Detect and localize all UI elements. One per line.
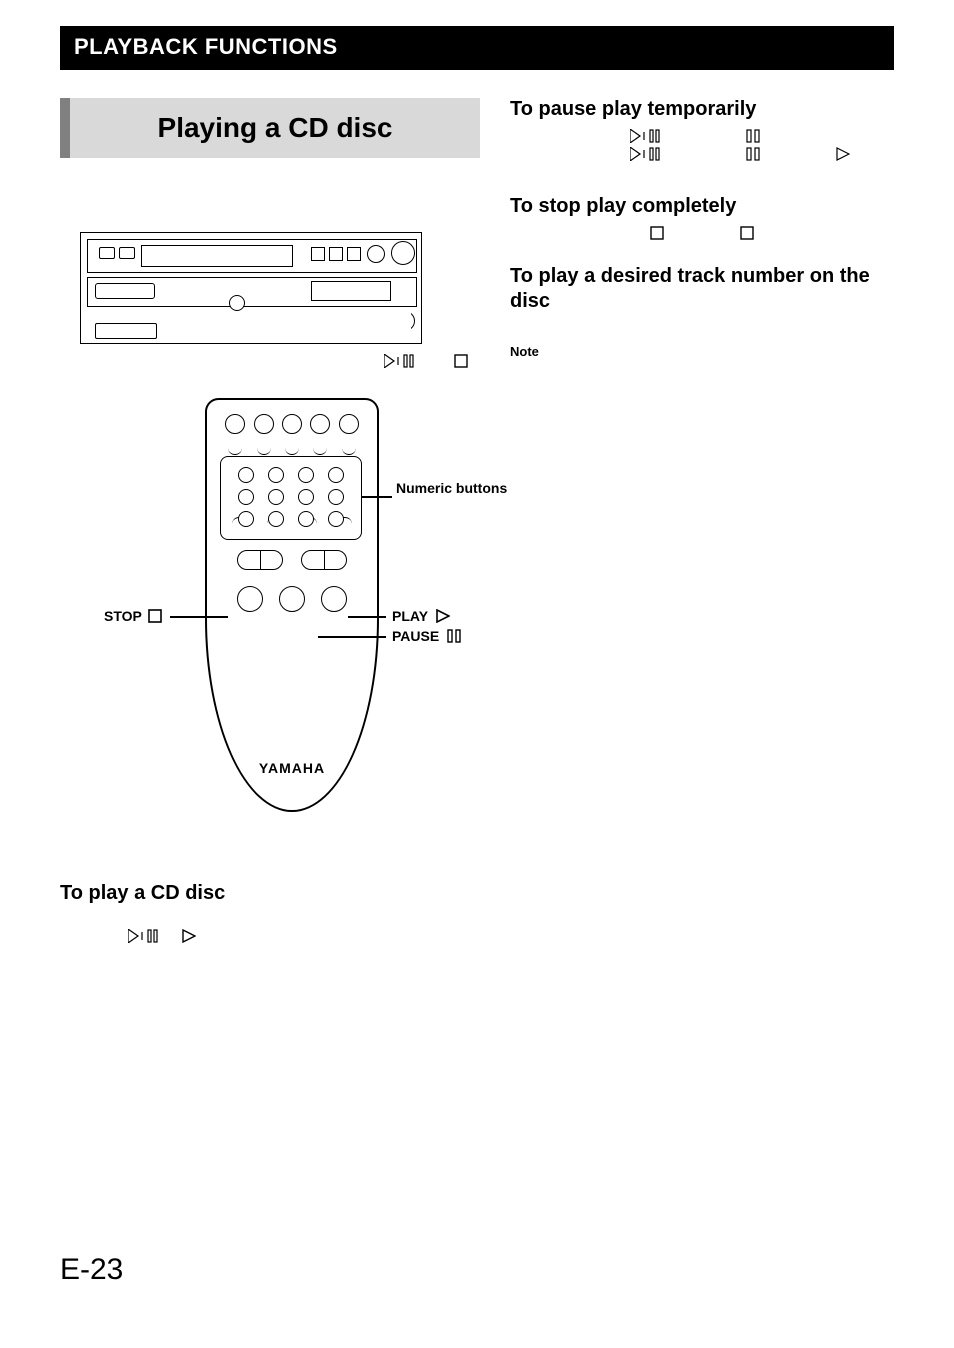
stop-icon bbox=[650, 226, 664, 240]
left-column: Playing a CD disc bbox=[60, 98, 480, 1287]
callout-play: PLAY bbox=[392, 608, 450, 624]
heading-stop: To stop play completely bbox=[510, 195, 894, 218]
heading-to-play: To play a CD disc bbox=[60, 882, 480, 905]
play-pause-icon bbox=[630, 129, 670, 143]
stop-icon bbox=[454, 354, 468, 368]
callout-stop: STOP bbox=[104, 608, 162, 624]
stop-row bbox=[510, 226, 894, 240]
callout-pause: PAUSE bbox=[392, 628, 461, 644]
unit-drawing-area: YAMAHA Numeric buttons STOP bbox=[60, 192, 480, 848]
pause-icon bbox=[746, 129, 760, 143]
callout-numeric: Numeric buttons bbox=[396, 480, 507, 496]
unit-button-labels bbox=[80, 354, 480, 368]
play-icon bbox=[836, 147, 850, 161]
page-title: Playing a CD disc bbox=[70, 98, 480, 158]
play-pause-icon bbox=[384, 354, 424, 368]
page-number: E-23 bbox=[60, 1253, 480, 1287]
section-header: PLAYBACK FUNCTIONS bbox=[60, 26, 894, 70]
play-pause-icon bbox=[128, 929, 168, 943]
heading-track: To play a desired track number on the di… bbox=[510, 264, 894, 314]
unit-front-drawing bbox=[80, 232, 422, 344]
pause-row-2 bbox=[510, 147, 894, 161]
play-pause-icon bbox=[630, 147, 670, 161]
heading-pause: To pause play temporarily bbox=[510, 98, 894, 121]
play-icon bbox=[182, 929, 196, 943]
right-column: To pause play temporarily To stop play c… bbox=[510, 98, 894, 1287]
remote-brand: YAMAHA bbox=[207, 760, 377, 776]
page-title-box: Playing a CD disc bbox=[60, 98, 480, 158]
note-label: Note bbox=[510, 344, 894, 359]
stop-icon bbox=[740, 226, 754, 240]
remote-drawing: YAMAHA Numeric buttons STOP bbox=[80, 398, 480, 828]
pause-row-1 bbox=[510, 129, 894, 143]
left-instruction-row bbox=[60, 929, 480, 943]
pause-icon bbox=[746, 147, 760, 161]
